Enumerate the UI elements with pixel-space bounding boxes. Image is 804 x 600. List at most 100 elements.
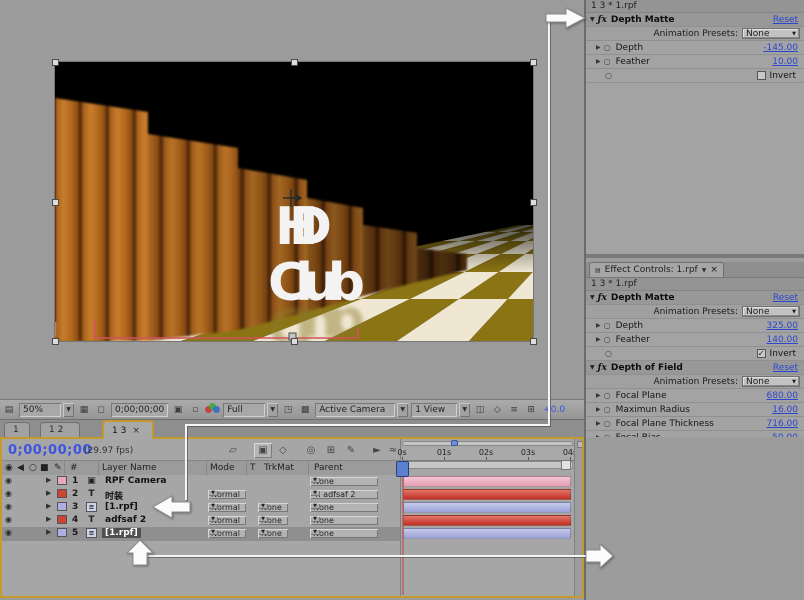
work-area-end-handle[interactable] bbox=[561, 460, 571, 470]
effect-reset-link[interactable]: Reset bbox=[773, 293, 798, 303]
viewer-timecode-field[interactable]: 0;00;00;00 bbox=[111, 403, 168, 417]
magnification-value[interactable]: 50% bbox=[19, 403, 61, 417]
property-expander-icon[interactable]: ▶ bbox=[596, 392, 601, 399]
layer-name[interactable]: [1.rpf] bbox=[102, 502, 141, 512]
video-eye-icon[interactable]: ◉ bbox=[5, 502, 12, 511]
live-update-icon[interactable]: ▣ bbox=[254, 443, 272, 458]
work-area-bar[interactable] bbox=[402, 461, 573, 469]
duration-bar-layer-2[interactable] bbox=[403, 489, 571, 500]
panel-flyout-icon[interactable]: ▤ bbox=[2, 403, 16, 416]
selection-handle[interactable] bbox=[291, 59, 298, 66]
timeline-navigator-bar[interactable] bbox=[402, 441, 573, 446]
layer-row-4[interactable]: ◉▶4Tadfsaf 2Normal▼None▼None▼ bbox=[2, 514, 400, 528]
parent-dropdown-value[interactable]: None bbox=[310, 529, 378, 538]
parent-dropdown-value[interactable]: None bbox=[310, 516, 378, 525]
stopwatch-icon[interactable]: ○ bbox=[604, 405, 611, 414]
effect-reset-link[interactable]: Reset bbox=[773, 363, 798, 373]
animation-presets-arrow-icon[interactable]: ▼ bbox=[792, 31, 796, 37]
layer-row-5[interactable]: ◉▶5≡[1.rpf]Normal▼None▼None▼ bbox=[2, 527, 400, 541]
column-number[interactable]: # bbox=[70, 463, 78, 473]
animation-presets-dropdown[interactable]: None▼ bbox=[742, 306, 800, 317]
tab-comp-12[interactable]: 1 2 bbox=[40, 422, 80, 437]
layer-row-3[interactable]: ◉▶3≡[1.rpf]Normal▼None▼None▼ bbox=[2, 501, 400, 515]
pixel-aspect-icon[interactable]: ◫ bbox=[473, 403, 487, 416]
timeline-button-icon[interactable]: ≡ bbox=[507, 403, 521, 416]
property-value[interactable]: 140.00 bbox=[767, 335, 799, 345]
animation-presets-arrow-icon[interactable]: ▼ bbox=[792, 379, 796, 385]
layer-row-1[interactable]: ◉▶1▣RPF CameraNone▼ bbox=[2, 475, 400, 489]
camera-value[interactable]: Active Camera bbox=[315, 403, 395, 417]
video-column-icon[interactable]: ◉ bbox=[5, 463, 13, 473]
grid-guides-icon[interactable]: ▦ bbox=[77, 403, 91, 416]
transparency-grid-icon[interactable]: ▩ bbox=[298, 403, 312, 416]
timeline-scrollbar[interactable] bbox=[574, 439, 584, 596]
show-channels-icon[interactable] bbox=[205, 403, 220, 416]
resolution-value[interactable]: Full bbox=[223, 403, 265, 417]
layer-color-swatch[interactable] bbox=[57, 515, 67, 524]
layer-color-swatch[interactable] bbox=[57, 502, 67, 511]
property-expander-icon[interactable]: ▶ bbox=[596, 322, 601, 329]
selection-handle[interactable] bbox=[52, 59, 59, 66]
effect-reset-link[interactable]: Reset bbox=[773, 15, 798, 25]
property-expander-icon[interactable]: ▶ bbox=[596, 434, 601, 437]
tab-close-icon[interactable]: × bbox=[710, 265, 718, 275]
stopwatch-icon[interactable]: ○ bbox=[604, 57, 611, 66]
duration-bar-layer-1[interactable] bbox=[403, 476, 571, 487]
layer-expander-icon[interactable]: ▶ bbox=[46, 476, 51, 484]
property-value[interactable]: 10.00 bbox=[772, 57, 798, 67]
comp-mini-flowchart-icon[interactable]: ▱ bbox=[224, 443, 242, 458]
effect-header-depth-matte[interactable]: ▼ƒxDepth MatteReset bbox=[586, 13, 804, 27]
draft-3d-icon[interactable]: ◇ bbox=[274, 443, 292, 458]
parent-dropdown-arrow-icon[interactable]: ▼ bbox=[310, 503, 320, 509]
navigator-marker[interactable] bbox=[451, 440, 458, 446]
parent-dropdown-value[interactable]: 4. adfsaf 2 bbox=[310, 490, 378, 499]
duration-bar-layer-4[interactable] bbox=[403, 515, 571, 526]
resolution-dropdown[interactable]: Full ▼ bbox=[223, 403, 278, 417]
mode-dropdown-arrow-icon[interactable]: ▼ bbox=[208, 503, 218, 509]
camera-dropdown[interactable]: Active Camera ▼ bbox=[315, 403, 408, 417]
video-eye-icon[interactable]: ◉ bbox=[5, 489, 12, 498]
parent-dropdown-value[interactable]: None bbox=[310, 503, 378, 512]
stopwatch-icon[interactable]: ○ bbox=[605, 349, 612, 358]
audio-column-icon[interactable]: ◀ bbox=[17, 463, 24, 473]
property-value[interactable]: 50.00 bbox=[772, 433, 798, 438]
parent-dropdown-arrow-icon[interactable]: ▼ bbox=[310, 477, 320, 483]
animation-presets-dropdown[interactable]: None▼ bbox=[742, 28, 800, 39]
layer-name[interactable]: RPF Camera bbox=[102, 476, 169, 486]
magnification-dropdown[interactable]: 50% ▼ bbox=[19, 403, 74, 417]
fast-previews-icon[interactable]: ◇ bbox=[490, 403, 504, 416]
duration-bar-layer-5[interactable] bbox=[403, 528, 571, 539]
property-expander-icon[interactable]: ▶ bbox=[596, 406, 601, 413]
frame-blend-icon[interactable]: ⊞ bbox=[322, 443, 340, 458]
camera-arrow-icon[interactable]: ▼ bbox=[397, 403, 408, 417]
property-expander-icon[interactable]: ▶ bbox=[596, 58, 601, 65]
motion-blur-icon[interactable]: ✎ bbox=[342, 443, 360, 458]
animation-presets-arrow-icon[interactable]: ▼ bbox=[792, 309, 796, 315]
invert-checkbox[interactable] bbox=[757, 71, 766, 80]
stopwatch-icon[interactable]: ○ bbox=[604, 43, 611, 52]
show-snapshot-icon[interactable]: ▫ bbox=[188, 403, 202, 416]
video-eye-icon[interactable]: ◉ bbox=[5, 528, 12, 537]
column-layer-name[interactable]: Layer Name bbox=[102, 463, 157, 473]
tab-effect-controls[interactable]: ▤ Effect Controls: 1.rpf ▼ × bbox=[589, 262, 724, 277]
stopwatch-icon[interactable]: ○ bbox=[604, 433, 611, 437]
duration-bar-layer-3[interactable] bbox=[403, 502, 571, 513]
exposure-value[interactable]: +0.0 bbox=[543, 405, 565, 415]
layer-name[interactable]: [1.rpf] bbox=[102, 528, 141, 538]
layer-row-2[interactable]: ◉▶2T时装Normal▼4. adfsaf 2▼ bbox=[2, 488, 400, 502]
parent-dropdown-arrow-icon[interactable]: ▼ bbox=[310, 529, 320, 535]
tab-close-icon[interactable]: × bbox=[132, 426, 140, 436]
lock-column-icon[interactable]: ■ bbox=[40, 463, 49, 473]
label-column-icon[interactable]: ✎ bbox=[54, 463, 62, 473]
layer-expander-icon[interactable]: ▶ bbox=[46, 515, 51, 523]
trkmat-dropdown-arrow-icon[interactable]: ▼ bbox=[258, 503, 268, 509]
effect-collapse-icon[interactable]: ▼ bbox=[590, 294, 595, 301]
video-eye-icon[interactable]: ◉ bbox=[5, 476, 12, 485]
layer-name[interactable]: adfsaf 2 bbox=[102, 515, 149, 525]
property-expander-icon[interactable]: ▶ bbox=[596, 44, 601, 51]
layer-color-swatch[interactable] bbox=[57, 476, 67, 485]
selection-handle[interactable] bbox=[530, 59, 537, 66]
view-layout-arrow-icon[interactable]: ▼ bbox=[459, 403, 470, 417]
current-time-display[interactable]: 0;00;00;00 bbox=[8, 443, 92, 458]
layer-expander-icon[interactable]: ▶ bbox=[46, 502, 51, 510]
